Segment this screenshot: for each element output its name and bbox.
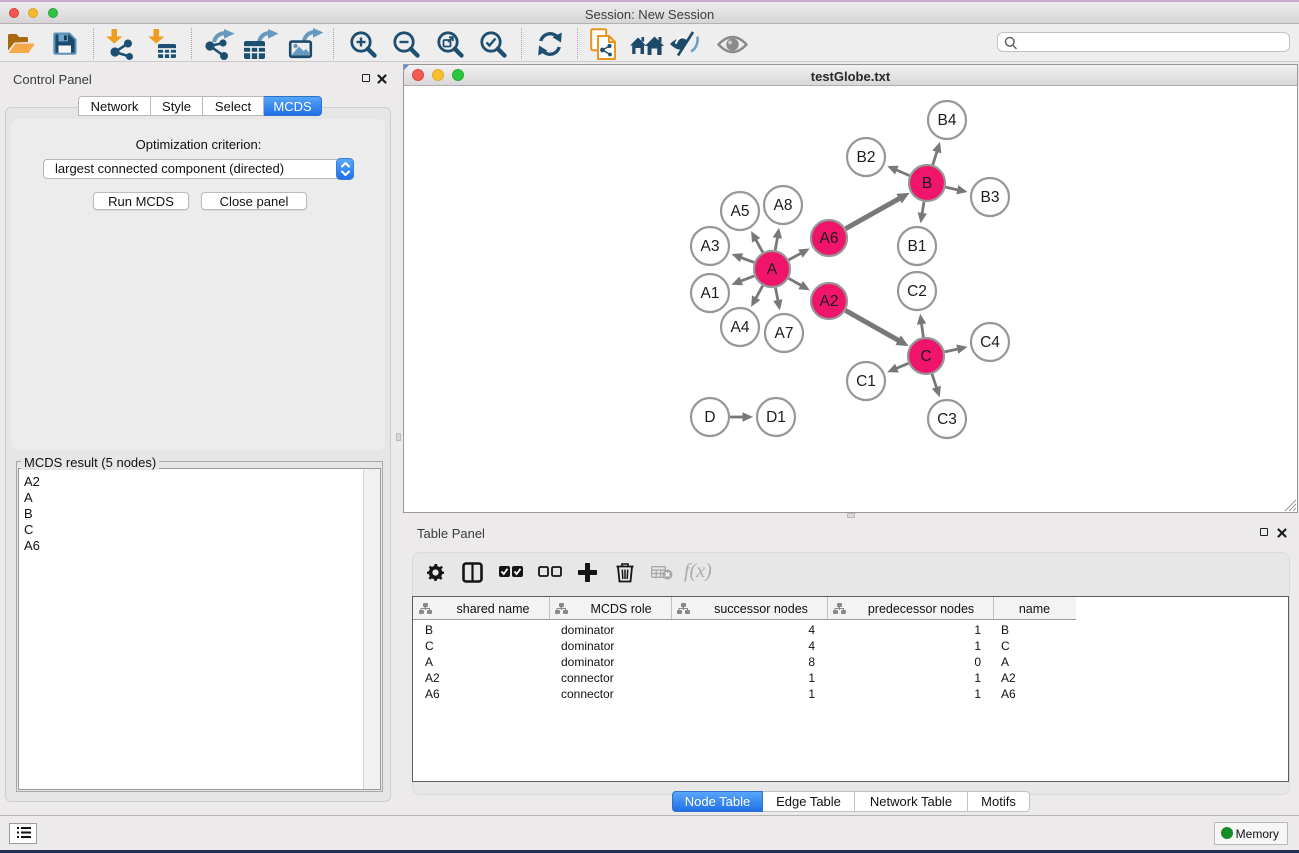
svg-text:B1: B1 xyxy=(908,238,927,255)
svg-text:B3: B3 xyxy=(981,189,1000,206)
svg-text:B: B xyxy=(922,175,932,192)
svg-text:C1: C1 xyxy=(856,373,876,390)
svg-text:D: D xyxy=(704,409,715,426)
svg-text:B2: B2 xyxy=(857,149,876,166)
svg-text:A4: A4 xyxy=(731,319,750,336)
svg-text:C3: C3 xyxy=(937,411,957,428)
svg-text:A2: A2 xyxy=(820,293,839,310)
svg-text:A6: A6 xyxy=(820,230,839,247)
svg-text:A1: A1 xyxy=(701,285,720,302)
svg-text:D1: D1 xyxy=(766,409,786,426)
svg-text:A8: A8 xyxy=(774,197,793,214)
svg-text:A7: A7 xyxy=(775,325,794,342)
svg-text:C4: C4 xyxy=(980,334,1000,351)
svg-text:C2: C2 xyxy=(907,283,927,300)
svg-text:A3: A3 xyxy=(701,238,720,255)
svg-text:C: C xyxy=(920,348,931,365)
svg-text:A5: A5 xyxy=(731,203,750,220)
svg-text:A: A xyxy=(767,261,778,278)
svg-text:B4: B4 xyxy=(938,112,957,129)
